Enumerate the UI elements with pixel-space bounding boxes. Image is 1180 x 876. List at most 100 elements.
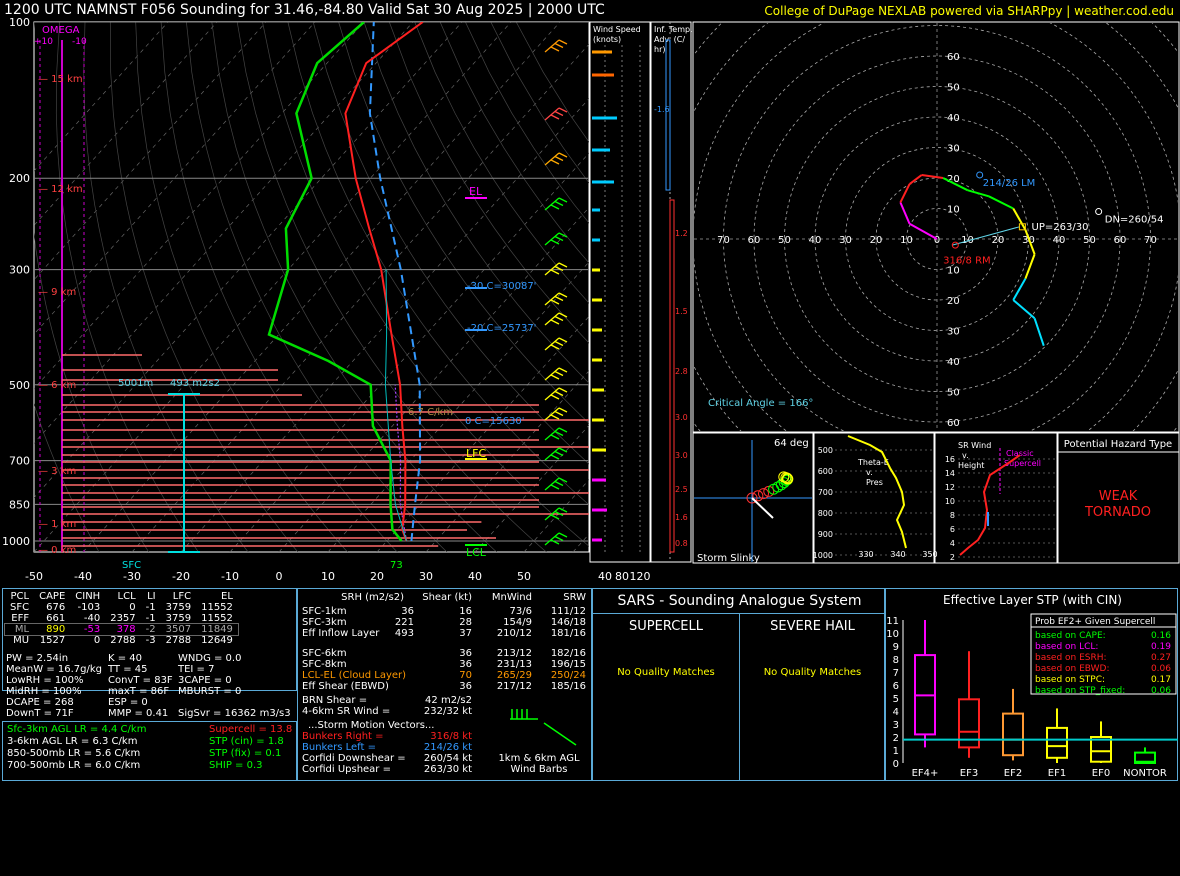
barb-flag [551, 320, 559, 324]
parcel-header: CINH [70, 591, 105, 602]
parcel-header: PCL [5, 591, 34, 602]
wind-barb [545, 448, 567, 460]
prob-label: based on EBWD: [1035, 664, 1110, 674]
kin-value: 73/6 [510, 606, 532, 617]
storm-header: ...Storm Motion Vectors... [308, 720, 434, 731]
composite-index: STP (cin) = 1.8 [209, 736, 284, 747]
inf-temp-panel: Inf. Temp.Adv. (C/hr)-1.61.21.52.83.03.0… [654, 22, 693, 562]
barb-flag [555, 482, 563, 486]
critical-angle-label: Critical Angle = 166° [708, 398, 813, 409]
prob-label: based on LCL: [1035, 642, 1098, 652]
kin-value: 36 [401, 606, 414, 617]
hodograph: 1010202030304040505060607060504030201001… [571, 0, 1180, 588]
thetae-tick: 900 [818, 530, 833, 539]
slinky-angle: 64 deg [774, 438, 809, 449]
omega-label: OMEGA [42, 25, 80, 36]
parcel-cell: -53 [70, 624, 105, 635]
barb-flag [551, 375, 559, 379]
stp-ytick: 11 [886, 616, 899, 627]
wind-speed-title: Wind Speed [593, 25, 641, 34]
pressure-tick: 200 [9, 172, 30, 185]
lapse-rate: 850-500mb LR = 5.6 C/km [7, 748, 140, 759]
srw46-value: 232/32 kt [424, 706, 472, 717]
hodo-ring-label-down: 50 [947, 388, 960, 399]
kin-value: 250/24 [551, 670, 586, 681]
bottom-section: PCLCAPECINHLCLLILFCEL SFC676-1030-137591… [0, 588, 1180, 783]
kin-value: 111/12 [551, 606, 586, 617]
parcel-cell: 0 [105, 602, 140, 613]
dry-adiabat [110, 22, 297, 552]
temp-tick: -10 [221, 570, 239, 583]
kin-value: 265/29 [497, 670, 532, 681]
height-label: — 15 km [38, 74, 83, 85]
barb-flag [559, 368, 567, 372]
parcel-cell: 2788 [161, 635, 196, 646]
kin-row-label: LCL-EL (Cloud Layer) [302, 670, 406, 681]
dewpoint-trace [269, 22, 402, 541]
parcel-cell: 676 [34, 602, 70, 613]
parcel-header: LI [141, 591, 161, 602]
isotherm [524, 22, 1001, 552]
speed-tick: 40 [598, 570, 612, 583]
barb-flag [559, 448, 567, 452]
srw-tick: 14 [945, 469, 955, 478]
hodograph-frame [693, 22, 1179, 432]
index-value: MeanW = 16.7g/kg [6, 664, 102, 675]
index-value: MBURST = 0 [178, 686, 241, 697]
inf-value: 1.6 [675, 513, 688, 522]
barb-flag [559, 153, 567, 157]
prob-value: 0.19 [1151, 642, 1171, 652]
barb-flag [555, 372, 563, 376]
speed-tick: 80 [615, 570, 629, 583]
parcel-cell: 0 [70, 635, 105, 646]
barb-flag [551, 485, 559, 489]
hodo-ring [602, 0, 1180, 575]
barb-flag [551, 415, 559, 419]
kin-value: 154/9 [503, 617, 532, 628]
index-value: TEI = 7 [178, 664, 214, 675]
inflow-top-label: 5001m [118, 378, 153, 389]
inf-title3: hr) [654, 45, 665, 54]
thetae-label1: Theta-E [857, 458, 889, 467]
dry-adiabat [516, 22, 1093, 552]
parcel-cell: -40 [70, 613, 105, 624]
pressure-tick: 700 [9, 455, 30, 468]
parcel-cell: ML [5, 624, 34, 635]
dry-adiabat [389, 22, 844, 552]
height-label: — 6 km [38, 380, 76, 391]
kin-value: 36 [459, 681, 472, 692]
index-value: LowRH = 100% [6, 675, 84, 686]
kin-value: 70 [459, 670, 472, 681]
pressure-tick: 850 [9, 498, 30, 511]
parcel-header: CAPE [34, 591, 70, 602]
barb-flag [551, 345, 559, 349]
height-label: — 12 km [38, 184, 83, 195]
barb-flag [559, 408, 567, 412]
kin-row-label: SFC-8km [302, 659, 347, 670]
barb-flag [559, 313, 567, 317]
kin-value: 181/16 [551, 628, 586, 639]
barb-flag [559, 40, 567, 44]
kin-value: 146/18 [551, 617, 586, 628]
srw-label2: v. [962, 451, 969, 460]
parcel-cell: 661 [34, 613, 70, 624]
hazard-title: Potential Hazard Type [1064, 439, 1172, 450]
indices-box: PW = 2.54inK = 40WNDG = 0.0MeanW = 16.7g… [2, 653, 297, 723]
kin-value: 37 [459, 628, 472, 639]
barb-flag [555, 412, 563, 416]
srw-classic: Classic [1006, 449, 1034, 458]
thetae-label2: v. [866, 468, 873, 477]
parcel-cell: -2 [141, 624, 161, 635]
thetae-tick: 700 [818, 488, 833, 497]
sars-hail: SEVERE HAIL [739, 619, 886, 634]
kin-header: MnWind [492, 592, 532, 603]
el-label: EL [469, 185, 483, 198]
storm-value: 316/8 kt [430, 731, 472, 742]
wind-barb [545, 533, 567, 545]
srw-tick: 6 [950, 525, 955, 534]
temperature-trace [345, 22, 422, 541]
prob-value: 0.17 [1151, 675, 1171, 685]
sr-wind-panel: 161412108642SR Windv.HeightClassicSuperc… [945, 441, 1056, 562]
stp-category: EF3 [960, 768, 978, 779]
wind-barb [545, 108, 567, 120]
